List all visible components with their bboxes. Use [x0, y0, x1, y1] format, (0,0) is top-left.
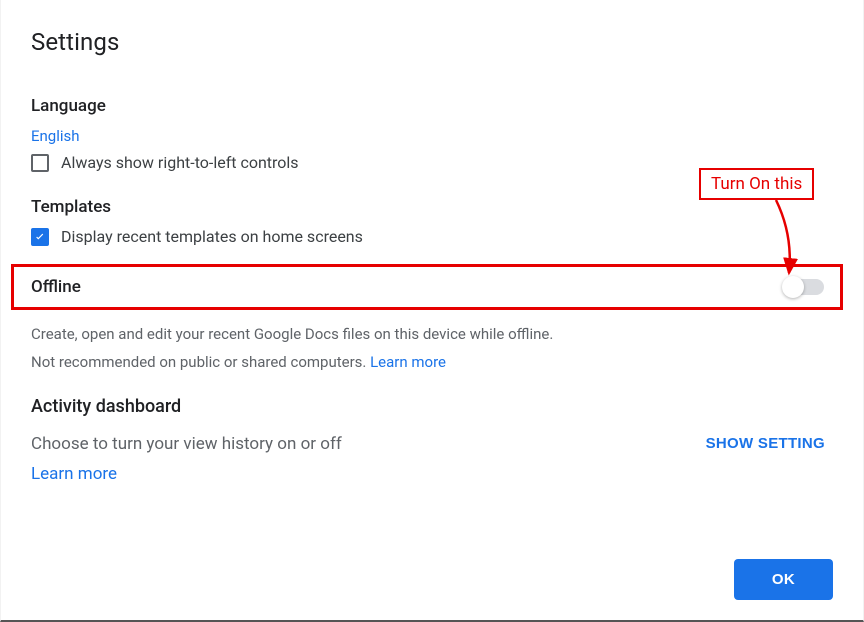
offline-section-row: Offline	[11, 264, 843, 310]
recent-templates-checkbox-label: Display recent templates on home screens	[61, 227, 363, 246]
show-setting-button[interactable]: SHOW SETTING	[698, 427, 833, 460]
rtl-checkbox[interactable]	[31, 154, 49, 172]
offline-description-2-prefix: Not recommended on public or shared comp…	[31, 353, 370, 371]
rtl-checkbox-label: Always show right-to-left controls	[61, 153, 299, 172]
offline-heading: Offline	[31, 277, 81, 297]
page-title: Settings	[31, 28, 833, 56]
offline-learn-more-link[interactable]: Learn more	[370, 353, 446, 371]
language-value-link[interactable]: English	[31, 127, 80, 145]
templates-heading: Templates	[31, 197, 833, 217]
annotation-callout: Turn On this	[699, 168, 814, 200]
language-heading: Language	[31, 96, 833, 116]
dialog-footer: OK	[734, 559, 833, 600]
activity-heading: Activity dashboard	[31, 396, 833, 417]
annotation-arrow-icon	[1, 0, 864, 622]
offline-toggle[interactable]	[784, 279, 824, 295]
toggle-thumb-icon	[782, 276, 804, 298]
recent-templates-checkbox[interactable]	[31, 228, 49, 246]
offline-description-2: Not recommended on public or shared comp…	[31, 353, 833, 371]
settings-dialog: Settings Language English Always show ri…	[0, 0, 864, 622]
ok-button[interactable]: OK	[734, 559, 833, 600]
offline-description-1: Create, open and edit your recent Google…	[31, 325, 833, 343]
activity-learn-more-link[interactable]: Learn more	[31, 464, 117, 484]
activity-description: Choose to turn your view history on or o…	[31, 434, 342, 454]
check-icon	[33, 230, 47, 244]
